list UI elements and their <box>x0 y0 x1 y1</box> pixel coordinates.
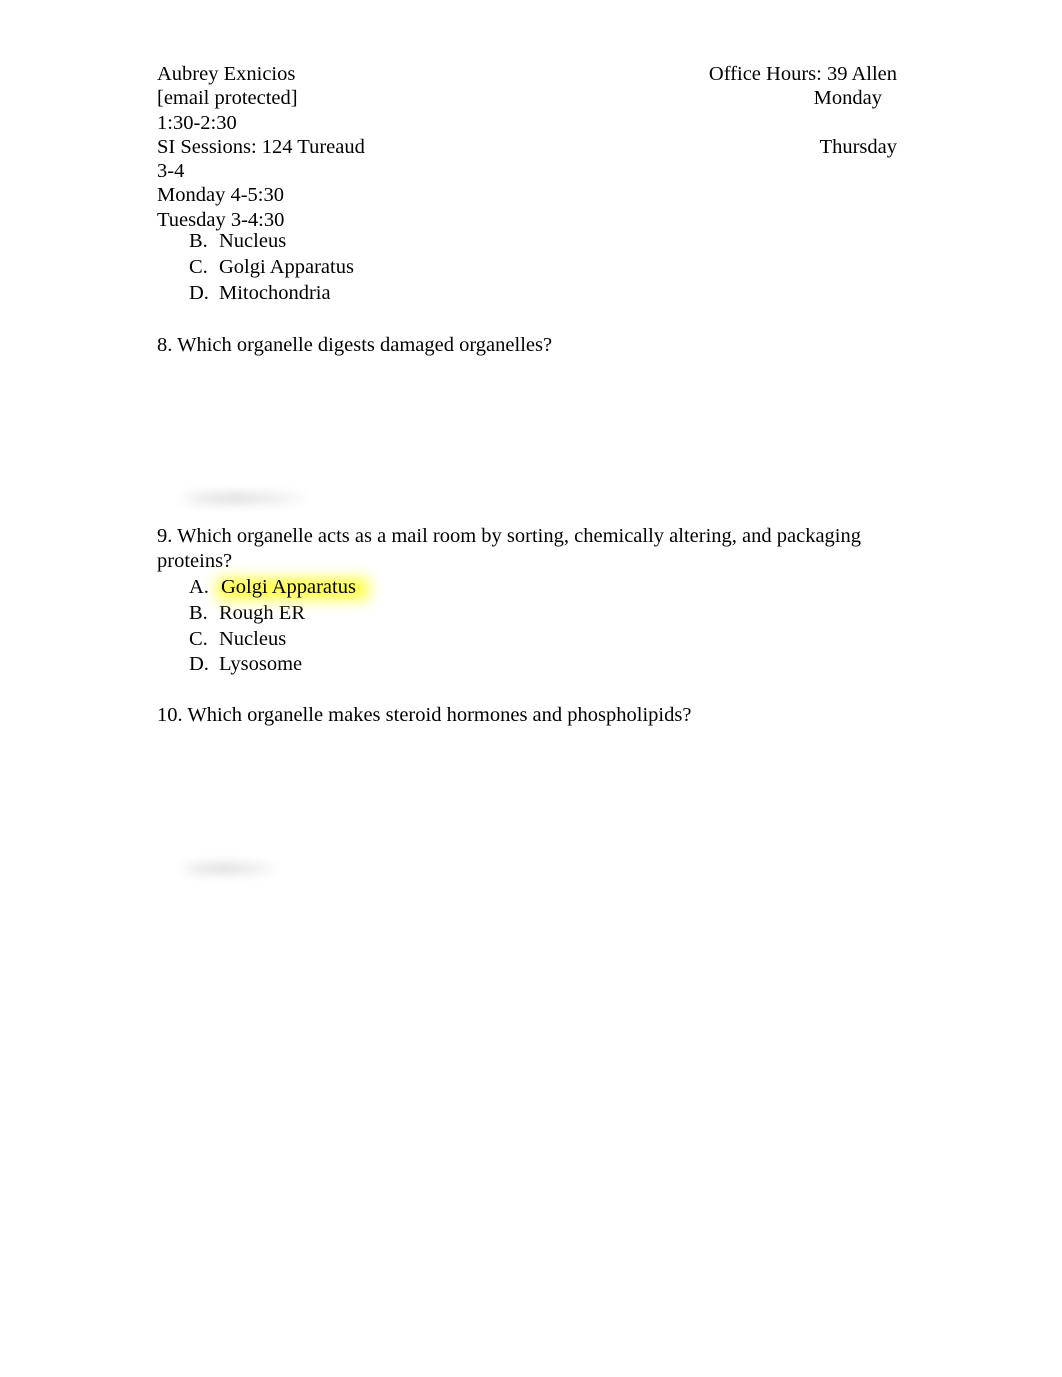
header-row: Monday 4-5:30 <box>157 183 902 207</box>
si-session-monday: Monday 4-5:30 <box>157 184 284 207</box>
header-row: Aubrey Exnicios Office Hours: 39 Allen <box>157 62 902 86</box>
question7-option-list: B. Nucleus C. Golgi Apparatus D. Mitocho… <box>157 229 757 306</box>
header-row: [email protected] Monday <box>157 86 902 110</box>
blurred-text-artifact-2 <box>180 863 280 874</box>
list-item[interactable]: B. Rough ER <box>157 601 757 627</box>
list-item[interactable]: B. Nucleus <box>157 229 757 255</box>
office-hours-location: Office Hours: 39 Allen <box>708 63 897 85</box>
option-text: Mitochondria <box>219 281 331 304</box>
option-text: Nucleus <box>219 230 287 252</box>
option-text: Nucleus <box>219 627 287 650</box>
option-letter: D. <box>189 653 209 676</box>
instructor-email: [email protected] <box>157 87 298 110</box>
list-item[interactable]: C. Golgi Apparatus <box>157 255 757 281</box>
header-row: 1:30-2:30 <box>157 111 902 135</box>
document-page: Aubrey Exnicios Office Hours: 39 Allen [… <box>0 0 1062 1377</box>
question-10: 10. Which organelle makes steroid hormon… <box>157 703 887 728</box>
option-letter: C. <box>189 255 208 278</box>
question-10-text: 10. Which organelle makes steroid hormon… <box>157 704 692 726</box>
option-letter: B. <box>189 601 208 624</box>
option-letter: D. <box>189 281 209 304</box>
question-9: 9. Which organelle acts as a mail room b… <box>157 524 887 573</box>
list-item[interactable]: D. Lysosome <box>157 652 757 678</box>
option-text: Rough ER <box>219 601 305 624</box>
option-letter: A. <box>189 576 209 598</box>
header-row: 3-4 <box>157 159 902 183</box>
option-text: Golgi Apparatus <box>221 576 356 598</box>
question-9-text: 9. Which organelle acts as a mail room b… <box>157 525 861 572</box>
office-hours-time-monday: 1:30-2:30 <box>157 111 237 134</box>
office-hours-day-thursday: Thursday <box>819 135 897 158</box>
option-text: Golgi Apparatus <box>219 255 354 278</box>
list-item[interactable]: C. Nucleus <box>157 627 757 653</box>
header-row: SI Sessions: 124 Tureaud Thursday <box>157 135 902 159</box>
option-text: Lysosome <box>219 653 303 676</box>
header-block: Aubrey Exnicios Office Hours: 39 Allen [… <box>157 62 902 232</box>
question9-option-list: A. Golgi Apparatus B. Rough ER C. Nucleu… <box>157 575 757 678</box>
office-hours-time-thursday: 3-4 <box>157 160 185 183</box>
list-item[interactable]: D. Mitochondria <box>157 281 757 307</box>
option-letter: C. <box>189 627 208 650</box>
question-8: 8. Which organelle digests damaged organ… <box>157 333 887 358</box>
office-hours-day-monday: Monday <box>813 87 882 110</box>
blurred-text-artifact-1 <box>178 493 310 504</box>
question-8-text: 8. Which organelle digests damaged organ… <box>157 334 553 356</box>
instructor-name: Aubrey Exnicios <box>157 63 296 85</box>
list-item[interactable]: A. Golgi Apparatus <box>157 575 757 601</box>
option-letter: B. <box>189 230 208 252</box>
si-sessions-location: SI Sessions: 124 Tureaud <box>157 135 365 158</box>
